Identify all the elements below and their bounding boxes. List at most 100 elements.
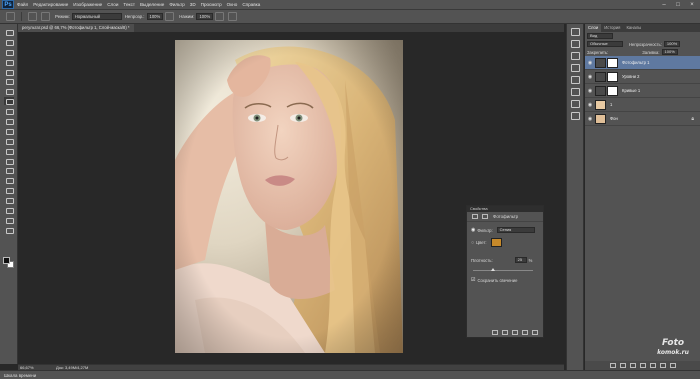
opacity-field[interactable]: 100% [146, 13, 164, 20]
trash-icon[interactable] [532, 330, 538, 335]
dodge-tool-icon[interactable] [4, 157, 14, 165]
menu-text[interactable]: Текст [123, 2, 135, 7]
toggle-visibility-icon[interactable] [522, 330, 528, 335]
airbrush-icon[interactable] [215, 12, 225, 21]
color-radio-icon[interactable]: ○ [471, 240, 474, 246]
close-button[interactable]: × [686, 1, 698, 9]
visibility-eye-icon[interactable]: ◉ [585, 116, 595, 122]
more-tools-icon[interactable] [4, 226, 14, 234]
menu-3d[interactable]: 3D [190, 2, 196, 7]
layer-name[interactable]: Фотофильтр 1 [622, 60, 649, 65]
tab-channels[interactable]: Каналы [623, 24, 644, 32]
view-previous-icon[interactable] [502, 330, 508, 335]
layer-name[interactable]: Фон [610, 116, 618, 121]
layer-opacity-field[interactable]: 100% [663, 41, 681, 47]
swatches-icon[interactable] [570, 112, 580, 120]
brush-panel-icon[interactable] [41, 12, 50, 21]
maximize-button[interactable]: □ [672, 1, 684, 9]
gradient-tool-icon[interactable] [4, 137, 14, 145]
filter-select[interactable]: Сепия [496, 227, 535, 233]
lock-icon: 🔒︎ [691, 115, 694, 122]
hand-tool-icon[interactable] [4, 206, 14, 215]
layer-row[interactable]: ◉ Фотофильтр 1 [585, 56, 700, 70]
flow-field[interactable]: 100% [196, 13, 214, 20]
pressure-size-icon[interactable] [228, 12, 238, 21]
minimize-button[interactable]: – [658, 1, 670, 9]
crop-tool-icon[interactable] [4, 68, 14, 76]
brush-presets-icon[interactable] [570, 100, 580, 108]
density-field[interactable]: 25 [514, 257, 527, 263]
menu-filter[interactable]: Фильтр [169, 2, 184, 7]
preserve-checkbox[interactable]: ☑ [471, 277, 475, 283]
color-swatches[interactable] [3, 257, 15, 269]
filter-radio-icon[interactable]: ◉ [471, 227, 475, 233]
history-brush-tool-icon[interactable] [4, 117, 14, 126]
marquee-tool-icon[interactable] [4, 38, 14, 46]
layer-row[interactable]: ◉ 1 [585, 98, 700, 112]
healing-brush-tool-icon[interactable] [4, 87, 14, 96]
layer-name[interactable]: Уровни 2 [622, 74, 640, 79]
document-tab[interactable]: регультат.psd @ 66,7% (Фотофильтр 1, Сло… [18, 24, 134, 32]
lasso-tool-icon[interactable] [4, 48, 14, 56]
visibility-eye-icon[interactable]: ◉ [585, 60, 595, 66]
add-mask-icon[interactable] [629, 363, 636, 368]
layer-style-icon[interactable] [619, 363, 626, 368]
blend-mode-select[interactable]: Обычные [587, 41, 623, 47]
layer-mask-thumb[interactable] [607, 57, 618, 68]
layer-row[interactable]: ◉ Фон 🔒︎ [585, 112, 700, 126]
menu-select[interactable]: Выделение [140, 2, 164, 7]
eyedropper-tool-icon[interactable] [4, 77, 14, 86]
layer-mask-thumb[interactable] [607, 71, 618, 82]
visibility-eye-icon[interactable]: ◉ [585, 102, 595, 108]
layer-name[interactable]: Кривые 1 [622, 88, 640, 93]
character-icon[interactable] [570, 76, 580, 84]
menu-image[interactable]: Изображение [73, 2, 102, 7]
tab-layers[interactable]: Слои [585, 24, 602, 32]
move-tool-icon[interactable] [4, 28, 14, 36]
clone-stamp-tool-icon[interactable] [4, 107, 14, 116]
density-slider-handle[interactable] [491, 268, 495, 271]
zoom-tool-icon[interactable] [4, 216, 14, 224]
pen-tool-icon[interactable] [4, 166, 14, 175]
layer-row[interactable]: ◉ Уровни 2 [585, 70, 700, 84]
quick-select-tool-icon[interactable] [4, 58, 14, 66]
mode-select[interactable]: Нормальный [71, 13, 122, 20]
eraser-tool-icon[interactable] [4, 127, 14, 135]
layer-name[interactable]: 1 [610, 102, 612, 107]
brush-size-icon[interactable] [28, 12, 37, 21]
layer-row[interactable]: ◉ Кривые 1 [585, 84, 700, 98]
brush-tool-icon[interactable] [3, 97, 14, 106]
color-swatch[interactable] [490, 238, 502, 247]
new-adjustment-icon[interactable] [639, 363, 646, 368]
layer-kind-select[interactable]: Вид [587, 33, 613, 39]
history-icon[interactable] [570, 28, 580, 36]
shape-tool-icon[interactable] [4, 196, 14, 205]
density-slider-track[interactable] [473, 270, 533, 271]
blur-tool-icon[interactable] [4, 147, 14, 155]
type-tool-icon[interactable] [4, 176, 14, 185]
timeline-tab[interactable]: Шкала времени [4, 371, 36, 379]
tab-history[interactable]: История [601, 24, 623, 32]
menu-edit[interactable]: Редактирование [33, 2, 68, 7]
menu-layers[interactable]: Слои [107, 2, 118, 7]
properties-icon[interactable] [570, 40, 580, 48]
menu-file[interactable]: Файл [17, 2, 28, 7]
foreground-color-swatch[interactable] [3, 257, 10, 264]
visibility-eye-icon[interactable]: ◉ [585, 88, 595, 94]
link-layers-icon[interactable] [609, 363, 616, 368]
menu-help[interactable]: Справка [242, 2, 260, 7]
tools-preset-icon[interactable] [570, 64, 580, 72]
brush-tool-preset-icon[interactable] [6, 12, 15, 21]
adjustments-icon[interactable] [570, 52, 580, 60]
visibility-eye-icon[interactable]: ◉ [585, 74, 595, 80]
paragraph-icon[interactable] [570, 88, 580, 96]
menu-view[interactable]: Просмотр [201, 2, 222, 7]
menu-window[interactable]: Окно [227, 2, 238, 7]
layer-mask-thumb[interactable] [607, 85, 618, 96]
mask-icon[interactable] [482, 214, 488, 219]
path-selection-tool-icon[interactable] [4, 186, 14, 195]
layer-fill-field[interactable]: 100% [661, 49, 678, 55]
pressure-opacity-icon[interactable] [165, 12, 175, 21]
clip-to-layer-icon[interactable] [492, 330, 498, 335]
reset-icon[interactable] [512, 330, 518, 335]
